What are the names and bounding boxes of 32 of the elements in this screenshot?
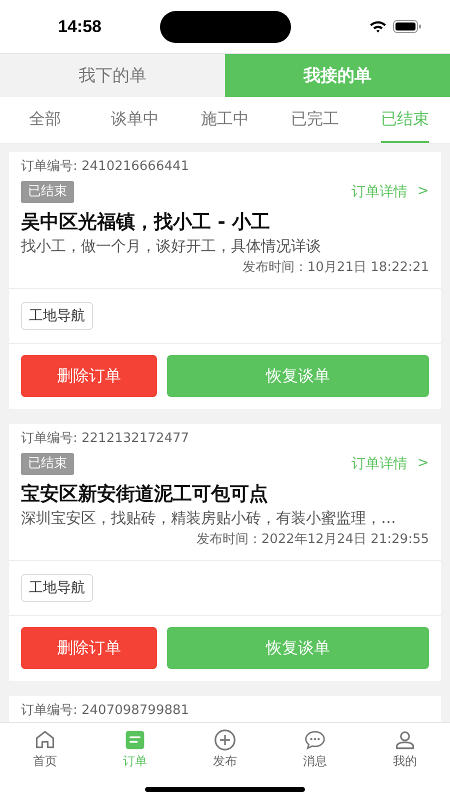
status-tag: 已结束: [21, 181, 74, 203]
battery-icon: [393, 20, 422, 33]
list-icon: [124, 729, 146, 751]
status-filter-tab[interactable]: 全部: [29, 97, 61, 143]
order-number: 订单编号: 2212132172477: [21, 431, 190, 447]
status-filter-tab[interactable]: 已完工: [291, 97, 339, 143]
order-title: 吴中区光福镇，找小工 - 小工: [21, 210, 272, 235]
order-number: 订单编号: 2410216666441: [21, 159, 190, 175]
publish-time: 发布时间：10月21日 18:22:21: [241, 259, 429, 277]
status-filter-tab[interactable]: 谈单中: [111, 97, 159, 143]
status-tag: 已结束: [21, 453, 74, 475]
site-navigation-button[interactable]: 工地导航: [21, 574, 93, 602]
status-filter-tab[interactable]: 施工中: [201, 97, 249, 143]
order-type-tab[interactable]: 我下的单: [0, 54, 225, 97]
order-title: 宝安区新安街道泥工可包可点: [21, 482, 269, 507]
publish-time: 发布时间：2022年12月24日 21:29:55: [195, 531, 429, 549]
nav-tab[interactable]: 我的: [360, 729, 450, 770]
order-description: 深圳宝安区，找贴砖，精装房贴小砖，有装小蜜监理，…: [21, 508, 397, 529]
nav-tab[interactable]: 消息: [270, 729, 360, 770]
nav-tab[interactable]: 首页: [0, 729, 90, 770]
wifi-icon: [369, 20, 387, 33]
nav-tab[interactable]: 发布: [180, 729, 270, 770]
chat-icon: [304, 729, 326, 751]
add-icon: [214, 729, 236, 751]
order-number: 订单编号: 2407098799881: [21, 703, 190, 719]
delete-order-button[interactable]: 删除订单: [21, 355, 157, 397]
home-icon: [34, 729, 56, 751]
status-time: 14:58: [58, 16, 102, 36]
person-icon: [394, 729, 416, 751]
delete-order-button[interactable]: 删除订单: [21, 627, 157, 669]
order-description: 找小工，做一个月，谈好开工，具体情况详谈: [21, 236, 322, 257]
site-navigation-button[interactable]: 工地导航: [21, 302, 93, 330]
